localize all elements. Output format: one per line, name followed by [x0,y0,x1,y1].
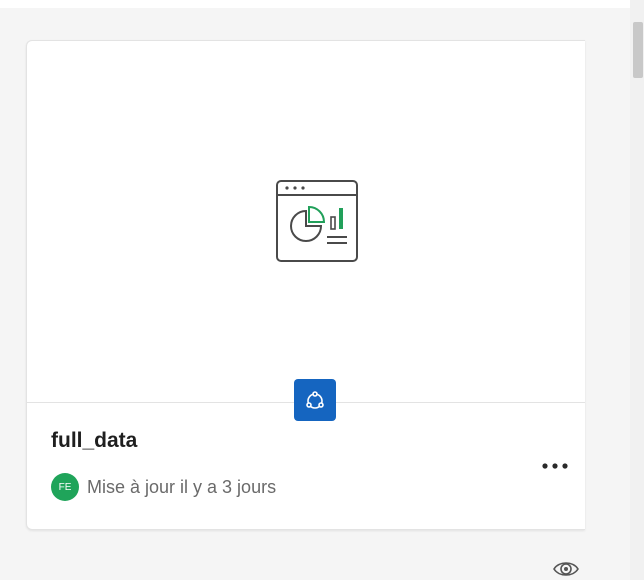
content-panel: full_data FE Mise à jour il y a 3 jours [0,8,630,580]
more-options-icon [542,463,568,469]
dashboard-chart-icon [276,180,358,262]
owner-avatar: FE [51,473,79,501]
more-options-button[interactable] [537,454,573,478]
app-meta: FE Mise à jour il y a 3 jours [51,473,276,501]
app-title[interactable]: full_data [51,429,137,453]
vertical-scrollbar[interactable] [630,0,644,580]
updated-time: Mise à jour il y a 3 jours [87,476,277,497]
eye-icon[interactable] [551,558,581,580]
app-thumbnail[interactable] [27,41,585,403]
scrollbar-thumb[interactable] [633,22,643,78]
app-card[interactable]: full_data FE Mise à jour il y a 3 jours [26,40,585,530]
badge-glyph-icon [306,391,324,409]
qlik-app-icon [294,379,336,421]
